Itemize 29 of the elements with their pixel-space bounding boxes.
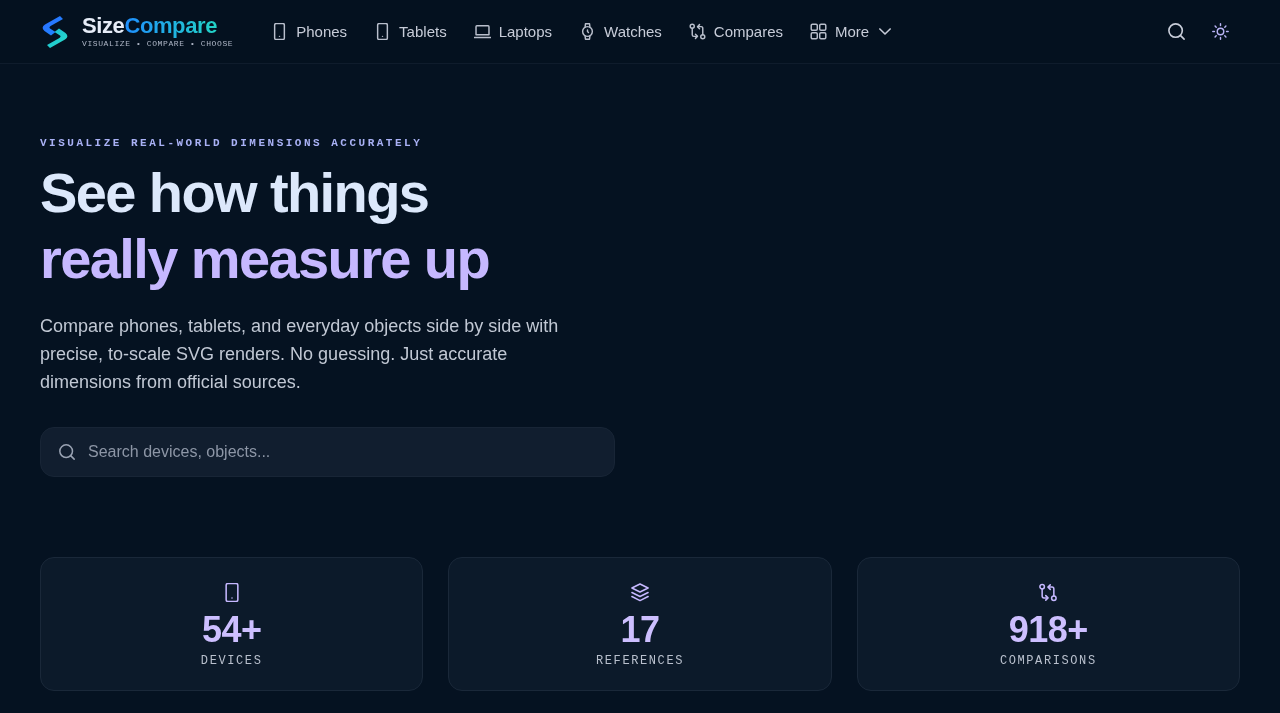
layers-icon xyxy=(631,583,649,602)
stat-label: COMPARISONS xyxy=(999,654,1097,668)
stat-label: REFERENCES xyxy=(596,654,684,668)
stat-value: 17 xyxy=(620,610,660,650)
nav-link[interactable]: Watches xyxy=(567,17,674,46)
compare-arrows-icon xyxy=(688,23,706,40)
search-icon xyxy=(1167,23,1185,40)
logo-icon[interactable] xyxy=(40,14,70,49)
laptop-icon xyxy=(473,23,491,40)
stat-label: DEVICES xyxy=(200,654,263,668)
tablet-icon xyxy=(222,583,241,602)
brand-tagline: VISUALIZE • COMPARE • CHOOSE xyxy=(82,39,234,49)
eyebrow-text: VISUALIZE REAL-WORLD DIMENSIONS ACCURATELY xyxy=(40,136,424,150)
search-field[interactable]: Search devices, objects... xyxy=(40,427,615,477)
stat-value: 918+ xyxy=(1008,610,1088,650)
sun-icon xyxy=(1211,23,1229,40)
nav-menu[interactable]: More xyxy=(798,17,904,46)
compare-arrows-icon xyxy=(1039,583,1058,602)
nav-link[interactable]: Compares xyxy=(676,17,796,46)
headline-text: See how things xyxy=(40,160,429,226)
nav-link[interactable]: Phones xyxy=(259,17,360,46)
grid-icon xyxy=(810,23,828,40)
hero-description: Compare phones, tablets, and everyday objects side by side with precise, to-scale SVG renders. No guessing. Just accurate dimensions from official sources. xyxy=(40,315,560,394)
nav-link[interactable]: Laptops xyxy=(461,17,565,46)
stat-value: 54+ xyxy=(201,610,262,650)
search-icon xyxy=(59,444,75,460)
nav-link[interactable]: Tablets xyxy=(362,17,459,46)
caret-icon xyxy=(879,28,892,35)
headline-text: really measure up xyxy=(40,226,490,292)
